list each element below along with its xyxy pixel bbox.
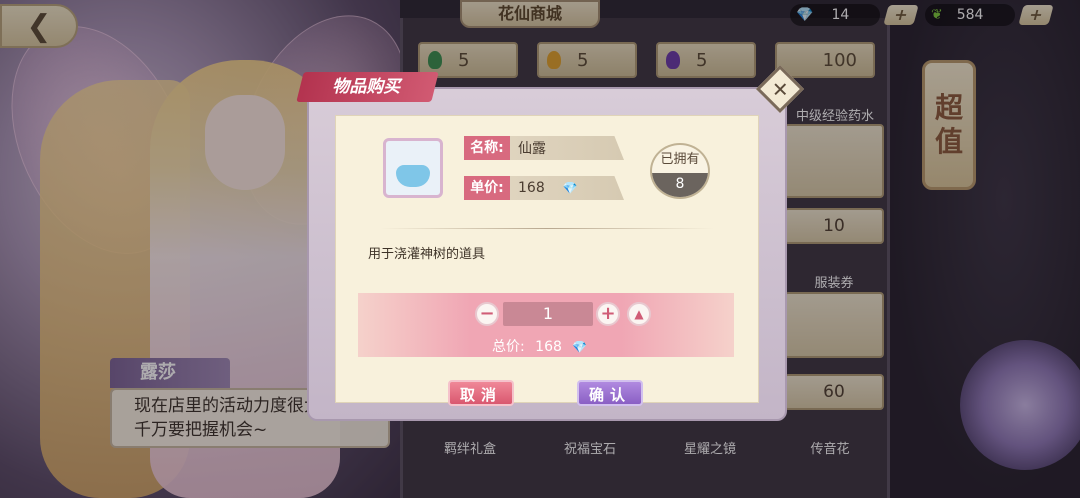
modal-title: 物品购买: [296, 72, 439, 102]
watering-can-icon: [396, 165, 430, 187]
total-value: 168: [535, 339, 562, 355]
close-icon: ✕: [771, 76, 789, 101]
unit-price-row: 单价: 168 💎: [464, 176, 624, 200]
item-description: 用于浇灌神树的道具: [368, 247, 486, 262]
diamond-icon: 💎: [572, 340, 588, 354]
price-label: 单价:: [464, 176, 510, 200]
owned-badge: 已拥有 8: [650, 143, 710, 199]
max-quantity-button[interactable]: ▲: [627, 302, 651, 326]
item-name-value: 仙露: [518, 141, 546, 157]
owned-label: 已拥有: [660, 152, 700, 167]
total-label: 总价:: [492, 339, 525, 355]
name-label: 名称:: [464, 136, 510, 160]
decrease-button[interactable]: −: [475, 302, 499, 326]
quantity-input[interactable]: 1: [503, 302, 593, 326]
increase-button[interactable]: +: [596, 302, 620, 326]
item-icon-dew: [383, 138, 443, 198]
unit-price-value: 168: [518, 180, 545, 196]
diamond-icon: 💎: [562, 181, 578, 195]
confirm-button[interactable]: 确认: [577, 380, 643, 406]
item-name-row: 名称: 仙露: [464, 136, 624, 160]
cancel-button[interactable]: 取消: [448, 380, 514, 406]
divider: [380, 228, 714, 229]
total-price: 总价: 168 💎: [492, 336, 587, 356]
